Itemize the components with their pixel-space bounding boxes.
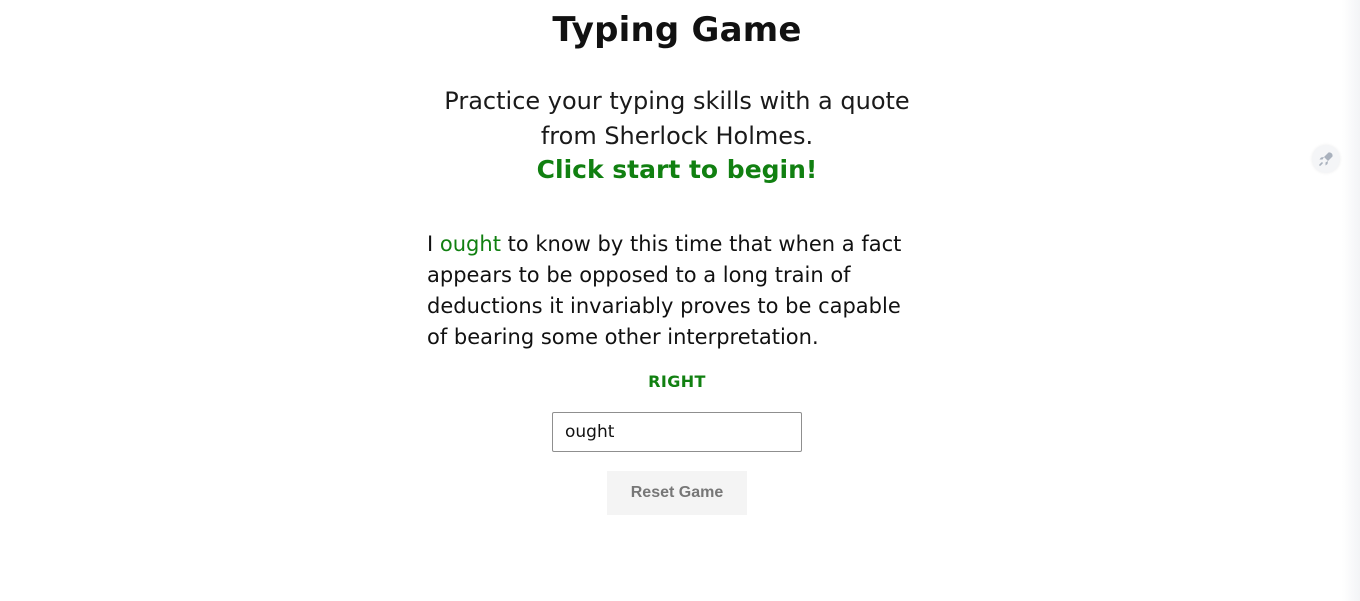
quote-word-before: I bbox=[427, 232, 434, 256]
page: Typing Game Practice your typing skills … bbox=[0, 0, 1360, 601]
intro-text: Practice your typing skills with a quote… bbox=[427, 84, 927, 154]
quote-current-word: ought bbox=[439, 232, 501, 256]
typing-input[interactable] bbox=[552, 412, 802, 452]
intro-line-2: from Sherlock Holmes. bbox=[540, 122, 814, 150]
start-prompt: Click start to begin! bbox=[536, 155, 818, 184]
quote-text: I ought to know by this time that when a… bbox=[427, 229, 917, 353]
reset-game-button[interactable]: Reset Game bbox=[607, 471, 747, 515]
intro-line-1: Practice your typing skills with a quote bbox=[444, 87, 910, 115]
page-title: Typing Game bbox=[552, 10, 802, 50]
right-edge-shadow bbox=[1342, 0, 1360, 601]
status-feedback: RIGHT bbox=[648, 372, 706, 391]
